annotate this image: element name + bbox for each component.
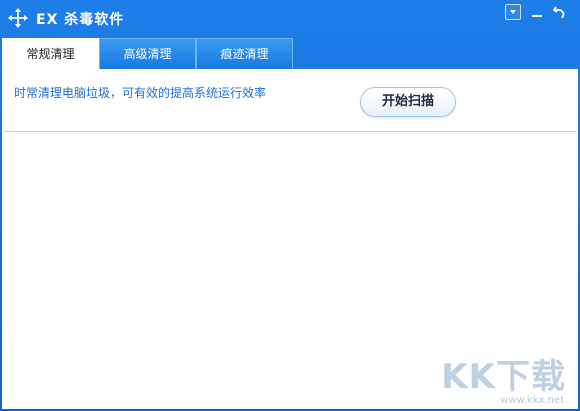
watermark-url: www.kkx.net (500, 395, 564, 406)
app-window: EX 杀毒软件 常规清理 高级清理 痕迹清理 时常清理电脑垃圾，可有效的提高系统… (0, 0, 580, 411)
back-arrow-icon[interactable] (552, 4, 568, 20)
title-bar[interactable]: EX 杀毒软件 (0, 0, 580, 36)
minimize-icon[interactable] (530, 4, 544, 20)
tab-advanced-clean[interactable]: 高级清理 (99, 38, 196, 69)
watermark-logo: KK下载 (441, 357, 566, 397)
tab-regular-clean[interactable]: 常规清理 (2, 38, 99, 70)
tab-trace-clean[interactable]: 痕迹清理 (196, 38, 293, 69)
scan-results-area: KK下载 www.kkx.net (4, 131, 576, 408)
start-scan-button[interactable]: 开始扫描 (360, 87, 456, 117)
move-arrows-icon (8, 8, 28, 28)
main-panel: 时常清理电脑垃圾，可有效的提高系统运行效率 开始扫描 KK下载 www.kkx.… (2, 69, 578, 409)
dropdown-menu-icon[interactable] (505, 4, 521, 20)
window-title: EX 杀毒软件 (36, 12, 125, 28)
notice-text: 时常清理电脑垃圾，可有效的提高系统运行效率 (14, 86, 267, 100)
